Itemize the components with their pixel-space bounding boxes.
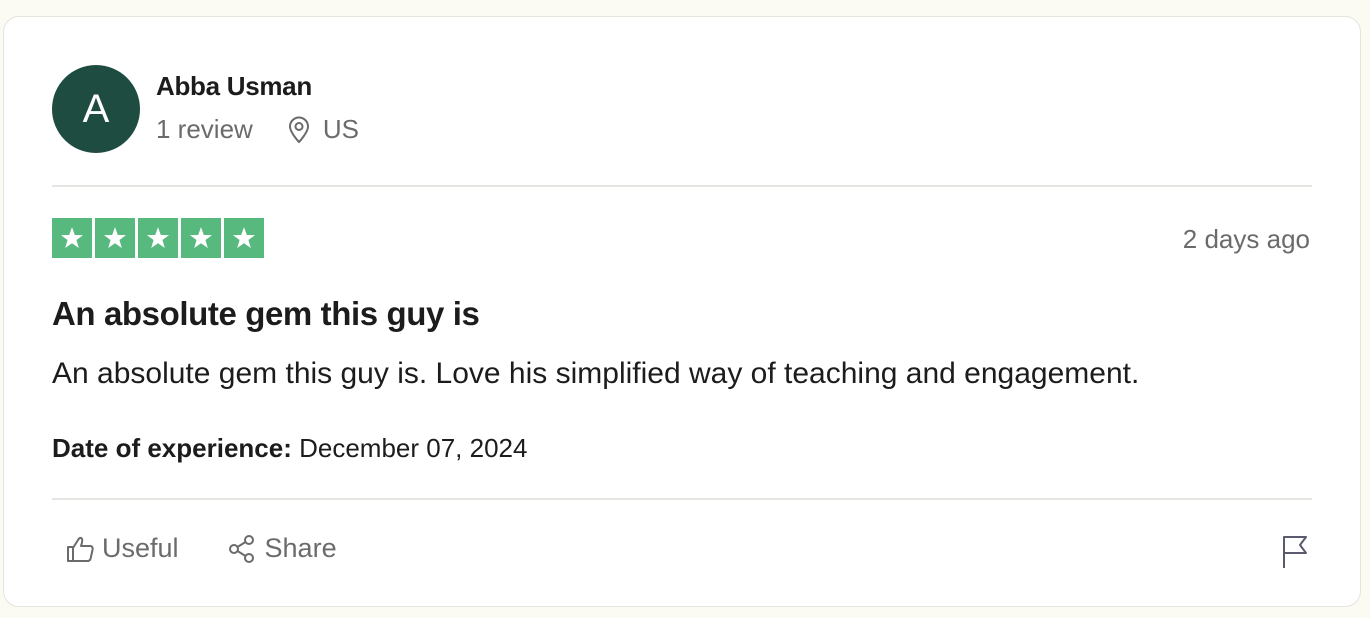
experience-label: Date of experience:: [52, 433, 292, 463]
star-icon: [224, 218, 264, 258]
location-pin-icon: [288, 116, 309, 143]
share-label: Share: [264, 533, 337, 563]
review-body: An absolute gem this guy is. Love his si…: [52, 357, 1140, 390]
star-icon: [52, 218, 92, 258]
date-of-experience: Date of experience: December 07, 2024: [52, 433, 527, 464]
star-rating: [52, 218, 264, 258]
reviewer-name[interactable]: Abba Usman: [156, 71, 312, 102]
flag-icon: [1283, 536, 1307, 568]
avatar-initial: A: [82, 86, 110, 131]
review-card: A Abba Usman 1 review US 2 days ago An a…: [3, 16, 1361, 607]
star-icon: [138, 218, 178, 258]
reviewer-location: US: [287, 114, 359, 145]
reviewer-meta: 1 review US: [156, 114, 359, 145]
review-date: 2 days ago: [1182, 224, 1310, 254]
report-button[interactable]: [1278, 533, 1312, 571]
review-count: 1 review: [156, 114, 253, 144]
star-icon: [181, 218, 221, 258]
useful-label: Useful: [102, 533, 179, 563]
footer-divider: [52, 498, 1312, 500]
avatar[interactable]: A: [52, 65, 140, 153]
thumbs-up-icon: [67, 536, 94, 562]
share-icon: [228, 534, 254, 563]
useful-button[interactable]: Useful: [64, 533, 179, 564]
share-button[interactable]: Share: [227, 533, 337, 564]
review-title[interactable]: An absolute gem this guy is: [52, 295, 480, 333]
header-divider: [52, 185, 1312, 187]
location-label: US: [322, 114, 359, 144]
experience-date: December 07, 2024: [299, 433, 528, 463]
review-actions: Useful Share: [64, 533, 385, 564]
star-icon: [95, 218, 135, 258]
